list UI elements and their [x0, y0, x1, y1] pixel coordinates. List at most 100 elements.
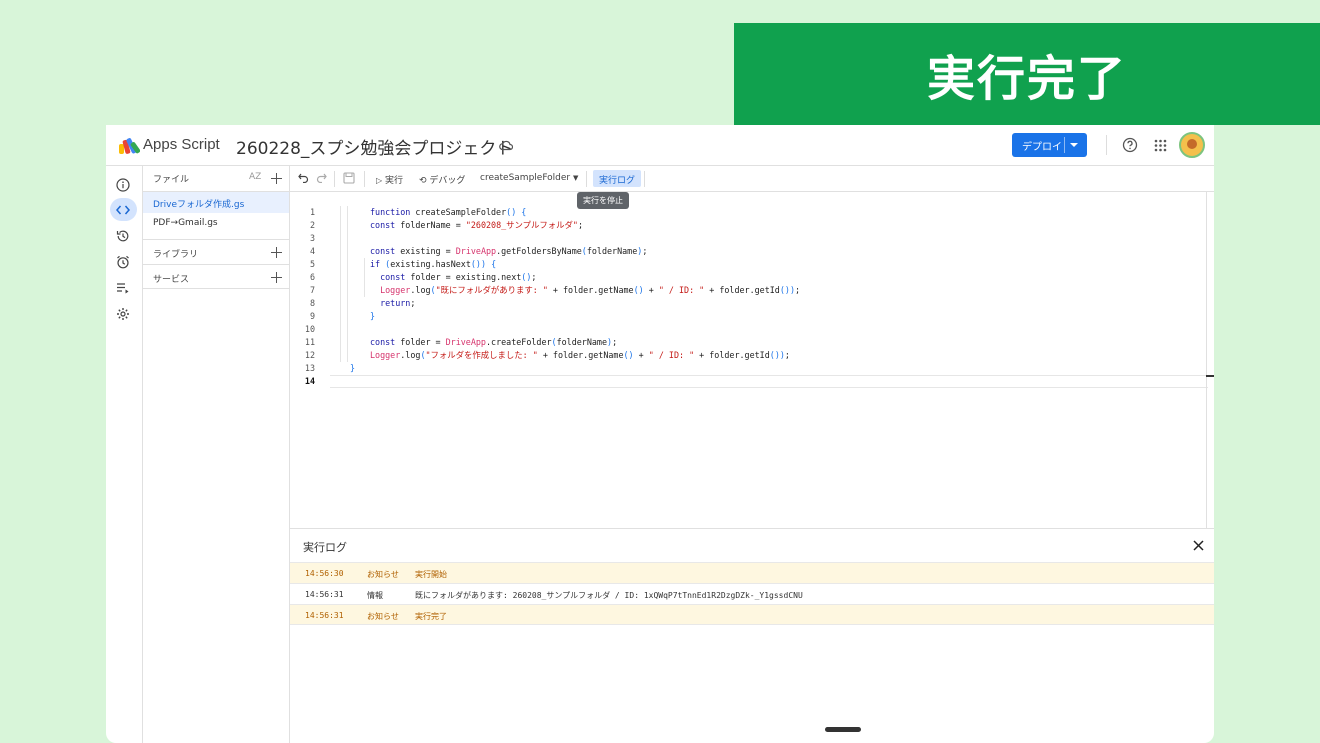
line-number: 6 — [309, 272, 315, 282]
files-panel: ファイル AZ Driveフォルダ作成.gs PDF→Gmail.gs ライブラ… — [143, 166, 290, 743]
files-header-label: ファイル — [153, 175, 190, 185]
services-label: サービス — [153, 275, 190, 285]
run-label: 実行 — [385, 176, 404, 186]
libraries-section[interactable]: ライブラリ — [143, 239, 289, 264]
toolbar-divider — [364, 171, 365, 187]
code-line: const folder = existing.next(); — [380, 272, 537, 282]
apps-script-window: Apps Script 260228_スプシ勉強会プロジェクト デプロイ ファイ… — [106, 125, 1214, 743]
code-line: if (existing.hasNext()) { — [370, 259, 497, 269]
debug-button[interactable]: ⟲ デバッグ — [419, 173, 465, 186]
code-line: function createSampleFolder() { — [370, 207, 527, 217]
log-rows: 14:56:30 お知らせ 実行開始 14:56:31 情報 既にフォルダがあり… — [290, 562, 1214, 625]
apps-script-logo-icon — [119, 138, 140, 154]
file-name: Driveフォルダ作成.gs — [153, 200, 245, 210]
line-number: 12 — [304, 350, 315, 360]
help-icon[interactable] — [1122, 137, 1138, 153]
code-line: return; — [380, 298, 416, 308]
line-number: 7 — [309, 285, 315, 295]
editor-toolbar: ▷ 実行 ⟲ デバッグ createSampleFolder ▼ 実行ログ — [290, 166, 1214, 192]
services-section[interactable]: サービス — [143, 264, 289, 289]
stop-tooltip: 実行を停止 — [577, 192, 629, 209]
top-bar: Apps Script 260228_スプシ勉強会プロジェクト デプロイ — [106, 125, 1214, 166]
function-select[interactable]: createSampleFolder ▼ — [480, 173, 578, 183]
banner-text: 実行完了 — [926, 51, 1127, 107]
execution-log-label: 実行ログ — [599, 176, 636, 186]
toolbar-divider — [644, 171, 645, 187]
header-divider — [1106, 135, 1107, 155]
file-name: PDF→Gmail.gs — [153, 218, 218, 228]
close-icon[interactable] — [1193, 540, 1204, 551]
play-icon: ▷ — [376, 176, 383, 185]
code-editor[interactable]: 1 2 3 4 5 6 7 8 9 10 11 12 13 14 functio… — [290, 192, 1214, 528]
log-row: 14:56:31 お知らせ 実行完了 — [290, 604, 1214, 625]
deploy-button[interactable]: デプロイ — [1012, 133, 1087, 157]
code-lines[interactable]: function createSampleFolder() { const fol… — [330, 206, 800, 388]
user-avatar[interactable] — [1179, 132, 1205, 158]
sort-az-icon[interactable]: AZ — [249, 172, 261, 182]
deploy-dropdown-icon[interactable] — [1070, 143, 1078, 147]
log-time: 14:56:31 — [305, 590, 344, 599]
code-line: const folder = DriveApp.createFolder(fol… — [370, 337, 618, 347]
deploy-label: デプロイ — [1022, 141, 1062, 153]
run-button[interactable]: ▷ 実行 — [376, 173, 403, 186]
libraries-label: ライブラリ — [153, 250, 199, 260]
line-number: 11 — [304, 337, 315, 347]
log-message: 既にフォルダがあります: 260208_サンプルフォルダ / ID: 1xQWq… — [415, 591, 803, 600]
completion-banner: 実行完了 — [734, 23, 1320, 125]
app-brand: Apps Script — [143, 136, 220, 153]
triggers-alarm-icon[interactable] — [115, 254, 131, 270]
line-number: 5 — [309, 259, 315, 269]
execution-log-panel: 実行ログ 14:56:30 お知らせ 実行開始 14:56:31 情報 既にフォ… — [290, 528, 1214, 743]
save-icon[interactable] — [343, 172, 355, 184]
editor-scrollbar[interactable] — [1206, 192, 1207, 528]
log-level: お知らせ — [367, 570, 399, 579]
line-number: 3 — [309, 233, 315, 243]
resize-handle[interactable] — [825, 727, 861, 732]
cloud-saved-icon — [499, 140, 513, 151]
deploy-divider — [1064, 137, 1065, 153]
log-level: 情報 — [367, 591, 383, 600]
settings-gear-icon[interactable] — [115, 306, 131, 322]
line-number: 2 — [309, 220, 315, 230]
undo-icon[interactable] — [298, 173, 309, 183]
log-row: 14:56:30 お知らせ 実行開始 — [290, 562, 1214, 583]
chevron-down-icon: ▼ — [573, 174, 579, 182]
add-file-icon[interactable] — [271, 173, 282, 184]
code-line: } — [350, 363, 356, 373]
overview-info-icon[interactable] — [115, 177, 131, 193]
google-apps-icon[interactable] — [1154, 139, 1167, 152]
file-item-drive-folder[interactable]: Driveフォルダ作成.gs — [143, 192, 289, 213]
code-line: const existing = DriveApp.getFoldersByNa… — [370, 246, 648, 256]
line-number: 9 — [309, 311, 315, 321]
code-line: } — [370, 311, 376, 321]
left-nav-rail — [106, 166, 143, 743]
log-time: 14:56:30 — [305, 569, 344, 578]
line-number: 10 — [304, 324, 315, 334]
function-name: createSampleFolder — [480, 173, 571, 183]
line-numbers: 1 2 3 4 5 6 7 8 9 10 11 12 13 14 — [290, 206, 315, 388]
project-title[interactable]: 260228_スプシ勉強会プロジェクト — [236, 134, 513, 159]
line-number: 13 — [304, 363, 315, 373]
executions-icon[interactable] — [115, 280, 131, 296]
debug-icon: ⟲ — [419, 176, 427, 186]
log-level: お知らせ — [367, 612, 399, 621]
file-item-pdf-gmail[interactable]: PDF→Gmail.gs — [143, 213, 289, 234]
log-panel-title: 実行ログ — [303, 541, 347, 554]
code-line: Logger.log("フォルダを作成しました: " + folder.getN… — [370, 350, 790, 360]
toolbar-divider — [334, 171, 335, 187]
log-row: 14:56:31 情報 既にフォルダがあります: 260208_サンプルフォルダ… — [290, 583, 1214, 604]
debug-label: デバッグ — [429, 176, 466, 186]
toolbar-divider — [586, 171, 587, 187]
add-library-icon[interactable] — [271, 247, 282, 258]
tooltip-text: 実行を停止 — [583, 196, 623, 205]
line-number: 4 — [309, 246, 315, 256]
scroll-position-marker — [1206, 375, 1214, 377]
editor-code-icon[interactable] — [115, 202, 131, 218]
redo-icon[interactable] — [316, 173, 327, 183]
execution-log-button[interactable]: 実行ログ — [593, 170, 642, 187]
history-icon[interactable] — [115, 228, 131, 244]
add-service-icon[interactable] — [271, 272, 282, 283]
